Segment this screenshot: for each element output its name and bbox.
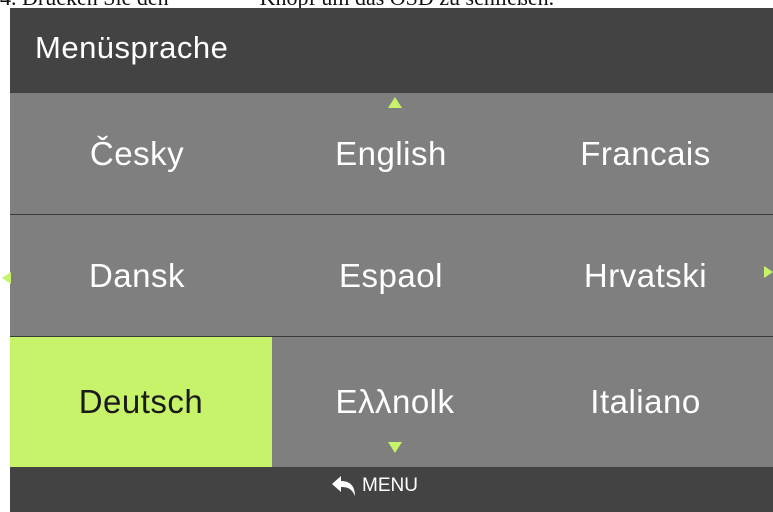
menu-label: MENU: [362, 475, 418, 496]
language-label: Česky: [89, 134, 185, 172]
menu-button-glyph-icon: [174, 0, 254, 4]
language-option-cesky[interactable]: Česky: [10, 93, 264, 214]
language-option-francais[interactable]: Francais: [518, 93, 773, 214]
instruction-caption: 4. Drücken Sie den Knopf um das OSD zu s…: [0, 0, 773, 8]
language-option-dansk[interactable]: Dansk: [10, 215, 264, 336]
language-label: Espaol: [339, 256, 443, 294]
arrow-right-icon: [764, 266, 773, 278]
language-label: Hrvatski: [583, 256, 708, 294]
language-label: Francais: [580, 134, 711, 172]
language-label: Deutsch: [78, 383, 204, 420]
language-option-espaol[interactable]: Espaol: [264, 215, 518, 336]
page-title: Menüsprache: [35, 30, 229, 65]
osd-header: Menüsprache: [10, 8, 773, 93]
osd-menu-language-panel: Menüsprache Česky English Francais Dansk…: [2, 8, 773, 512]
arrow-up-icon: [388, 97, 402, 108]
language-option-hrvatski[interactable]: Hrvatski: [518, 215, 773, 336]
arrow-down-icon: [388, 442, 402, 453]
language-label: Ελλnolk: [335, 383, 455, 420]
language-label: English: [335, 134, 447, 172]
caption-text-before: 4. Drücken Sie den: [0, 0, 169, 8]
language-option-deutsch-selected[interactable]: Deutsch: [10, 337, 272, 467]
language-label: Italiano: [590, 383, 701, 420]
language-option-italiano[interactable]: Italiano: [518, 337, 773, 467]
language-option-english[interactable]: English: [264, 93, 518, 214]
arrow-left-icon: [2, 272, 11, 284]
caption-text-after: Knopf um das OSD zu schließen.: [260, 0, 555, 8]
osd-footer: MENU: [10, 467, 773, 512]
menu-back-hint[interactable]: MENU: [330, 475, 418, 497]
language-label: Dansk: [88, 256, 186, 294]
return-arrow-icon: [332, 476, 355, 496]
